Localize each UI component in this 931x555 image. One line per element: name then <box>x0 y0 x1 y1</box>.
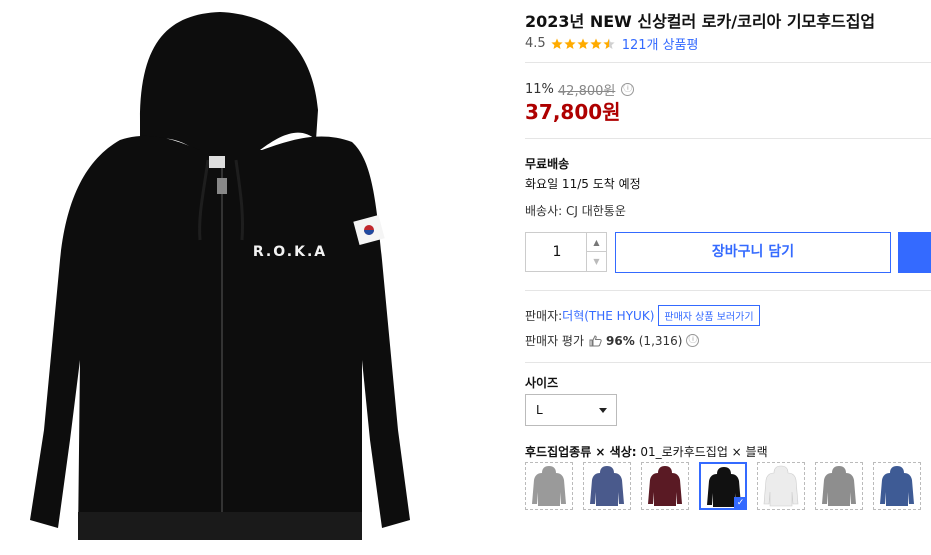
buy-now-button[interactable] <box>898 232 931 273</box>
color-swatch[interactable] <box>815 462 863 510</box>
rating-value: 4.5 <box>525 36 546 51</box>
seller-rating-count: (1,316) <box>638 333 683 348</box>
option-label-value: 01_로카후드집업 × 블랙 <box>636 445 768 459</box>
quantity-input[interactable]: 1 <box>526 233 588 271</box>
add-to-cart-button[interactable]: 장바구니 담기 <box>615 232 891 273</box>
product-title: 2023년 NEW 신상컬러 로카/코리아 기모후드집업 <box>525 12 876 31</box>
size-select[interactable]: L <box>525 394 617 426</box>
size-label: 사이즈 <box>525 376 559 390</box>
chest-print: R.O.K.A <box>253 244 327 260</box>
color-swatch[interactable] <box>873 462 921 510</box>
chevron-down-icon <box>599 408 607 413</box>
divider <box>525 62 931 63</box>
color-swatch[interactable] <box>757 462 805 510</box>
swatch-hoodie-image <box>532 466 566 506</box>
label-tag <box>209 156 225 168</box>
color-swatch[interactable] <box>641 462 689 510</box>
star-icon <box>551 38 563 49</box>
swatch-hoodie-image <box>648 466 682 506</box>
rating-stars <box>551 38 616 50</box>
chevron-down-icon[interactable]: ▼ <box>586 252 606 271</box>
rating-row: 4.5 121개 상품평 <box>525 34 698 53</box>
hoodie-body <box>30 135 410 541</box>
arrival-date: 화요일 11/5 도착 예정 <box>525 177 641 191</box>
info-icon[interactable]: ⓘ <box>621 83 635 96</box>
divider <box>525 362 931 363</box>
zipper-pull <box>217 178 227 194</box>
star-icon <box>590 38 602 49</box>
hoodie-hood <box>140 12 318 152</box>
swatch-hoodie-image <box>763 465 799 507</box>
divider <box>525 290 931 291</box>
product-image[interactable]: R.O.K.A <box>0 0 508 555</box>
color-swatch[interactable] <box>583 462 631 510</box>
sale-price: 37,800원 <box>525 100 621 124</box>
seller-rating-percent: 96% <box>606 333 635 348</box>
free-shipping-label: 무료배송 <box>525 157 570 171</box>
size-selected-value: L <box>536 403 543 417</box>
seller-row: 판매자: 더혁(THE HYUK) 판매자 상품 보러가기 <box>525 305 760 326</box>
chevron-up-icon[interactable]: ▲ <box>586 233 606 252</box>
color-swatches: ✓ <box>525 462 931 510</box>
product-image-area: R.O.K.A <box>0 0 508 555</box>
color-swatch[interactable]: ✓ <box>699 462 747 510</box>
product-info: 2023년 NEW 신상컬러 로카/코리아 기모후드집업 4.5 121개 상품… <box>525 0 931 555</box>
check-icon: ✓ <box>734 497 747 510</box>
thumbs-up-icon <box>589 334 602 346</box>
color-swatch[interactable] <box>525 462 573 510</box>
seller-name-link[interactable]: 더혁(THE HYUK) <box>562 307 654 324</box>
carrier: 배송사: CJ 대한통운 <box>525 204 626 218</box>
seller-rating-label: 판매자 평가 <box>525 334 585 348</box>
hem <box>78 512 362 540</box>
seller-rating-row: 판매자 평가 96% (1,316) ⓘ <box>525 332 700 349</box>
option-label-name: 후드집업종류 × 색상: <box>525 445 637 459</box>
swatch-hoodie-image <box>590 466 624 506</box>
discount-rate: 11% <box>525 82 554 97</box>
seller-label: 판매자: <box>525 309 563 323</box>
quantity-stepper: 1 ▲ ▼ <box>525 232 607 272</box>
swatch-hoodie-image <box>880 466 914 506</box>
star-icon <box>577 38 589 49</box>
info-icon[interactable]: ⓘ <box>686 334 700 347</box>
seller-products-button[interactable]: 판매자 상품 보러가기 <box>658 305 760 326</box>
option-label: 후드집업종류 × 색상: 01_로카후드집업 × 블랙 <box>525 443 768 460</box>
review-count-link[interactable]: 121개 상품평 <box>622 34 699 53</box>
swatch-hoodie-image <box>822 466 856 506</box>
divider <box>525 138 931 139</box>
star-icon <box>603 38 615 49</box>
star-icon <box>564 38 576 49</box>
